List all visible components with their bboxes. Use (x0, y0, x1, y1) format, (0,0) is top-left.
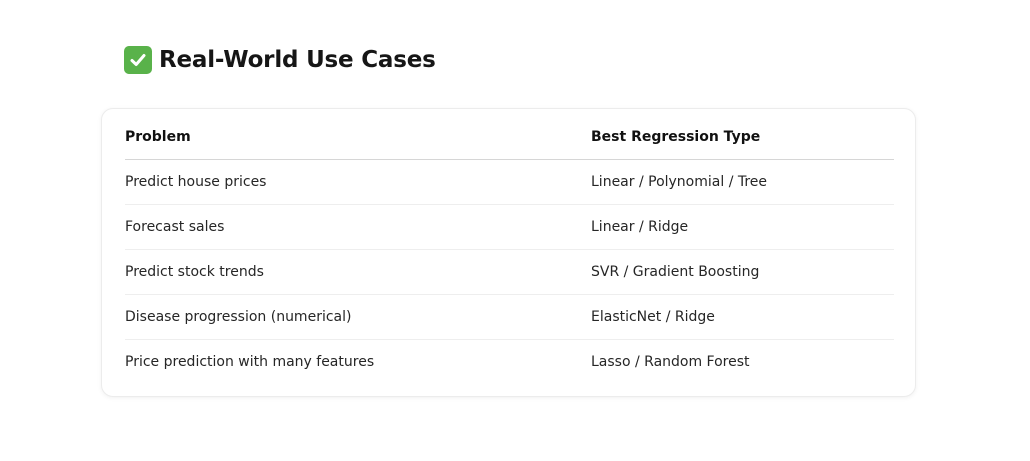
cell-regression-type: Linear / Ridge (591, 204, 894, 250)
table-row: Predict house prices Linear / Polynomial… (125, 159, 894, 205)
cell-problem: Disease progression (numerical) (125, 294, 591, 340)
table-row: Price prediction with many features Lass… (125, 340, 894, 385)
table-row: Disease progression (numerical) ElasticN… (125, 294, 894, 340)
table-row: Predict stock trends SVR / Gradient Boos… (125, 249, 894, 295)
cell-regression-type: SVR / Gradient Boosting (591, 249, 894, 295)
cell-problem: Price prediction with many features (125, 354, 375, 370)
header-best-regression-type: Best Regression Type (591, 114, 894, 160)
table-row: Forecast sales Linear / Ridge (125, 204, 894, 250)
table-header-row: Problem Best Regression Type (125, 114, 894, 160)
use-cases-table: Problem Best Regression Type Predict hou… (125, 114, 894, 384)
cell-regression-type: Lasso / Random Forest (591, 354, 750, 370)
cell-regression-type: Linear / Polynomial / Tree (591, 159, 894, 205)
cell-regression-type: ElasticNet / Ridge (591, 294, 894, 340)
header-problem: Problem (125, 114, 591, 160)
cell-problem: Predict stock trends (125, 249, 591, 295)
cell-problem: Forecast sales (125, 204, 591, 250)
use-cases-table-card: Problem Best Regression Type Predict hou… (101, 108, 916, 397)
section-title: Real-World Use Cases (159, 47, 436, 73)
cell-problem: Predict house prices (125, 159, 591, 205)
check-mark-button-icon (124, 46, 152, 74)
section-heading: Real-World Use Cases (124, 42, 436, 78)
